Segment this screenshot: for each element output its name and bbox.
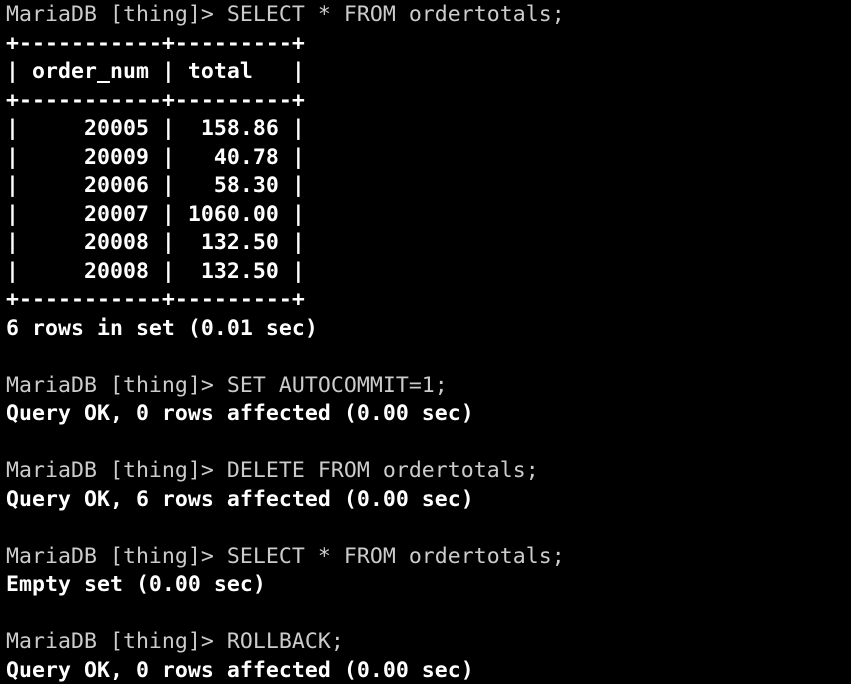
terminal-command-line: MariaDB [thing]> ROLLBACK; [6, 629, 344, 654]
terminal-screen-buffer[interactable]: MariaDB [thing]> SELECT * FROM ordertota… [6, 1, 851, 684]
result-table-line: | 20005 | 158.86 | [6, 116, 305, 141]
result-table-line: | order_num | total | [6, 59, 305, 84]
terminal-command-line: MariaDB [thing]> SELECT * FROM ordertota… [6, 2, 565, 27]
terminal-command-line: MariaDB [thing]> DELETE FROM ordertotals… [6, 458, 539, 483]
result-table-line: +-----------+---------+ [6, 287, 305, 312]
result-table-line: +-----------+---------+ [6, 30, 305, 56]
result-table-line: | 20007 | 1060.00 | [6, 201, 305, 227]
result-table-line: | 20008 | 132.50 | [6, 258, 305, 284]
terminal-status-line: Query OK, 0 rows affected (0.00 sec) [6, 401, 474, 426]
terminal-command-line: MariaDB [thing]> SELECT * FROM ordertota… [6, 543, 565, 569]
result-table-line: | 20006 | 58.30 | [6, 173, 305, 198]
result-table-line: | 20008 | 132.50 | [6, 230, 305, 255]
terminal-command-line: MariaDB [thing]> SET AUTOCOMMIT=1; [6, 372, 448, 398]
terminal-status-line: 6 rows in set (0.01 sec) [6, 315, 318, 341]
terminal-window[interactable]: MariaDB [thing]> SELECT * FROM ordertota… [0, 0, 851, 684]
terminal-status-line: Empty set (0.00 sec) [6, 572, 266, 597]
result-table-line: | 20009 | 40.78 | [6, 144, 305, 170]
result-table-line: +-----------+---------+ [6, 87, 305, 113]
terminal-status-line: Query OK, 6 rows affected (0.00 sec) [6, 486, 474, 512]
terminal-status-line: Query OK, 0 rows affected (0.00 sec) [6, 657, 474, 683]
